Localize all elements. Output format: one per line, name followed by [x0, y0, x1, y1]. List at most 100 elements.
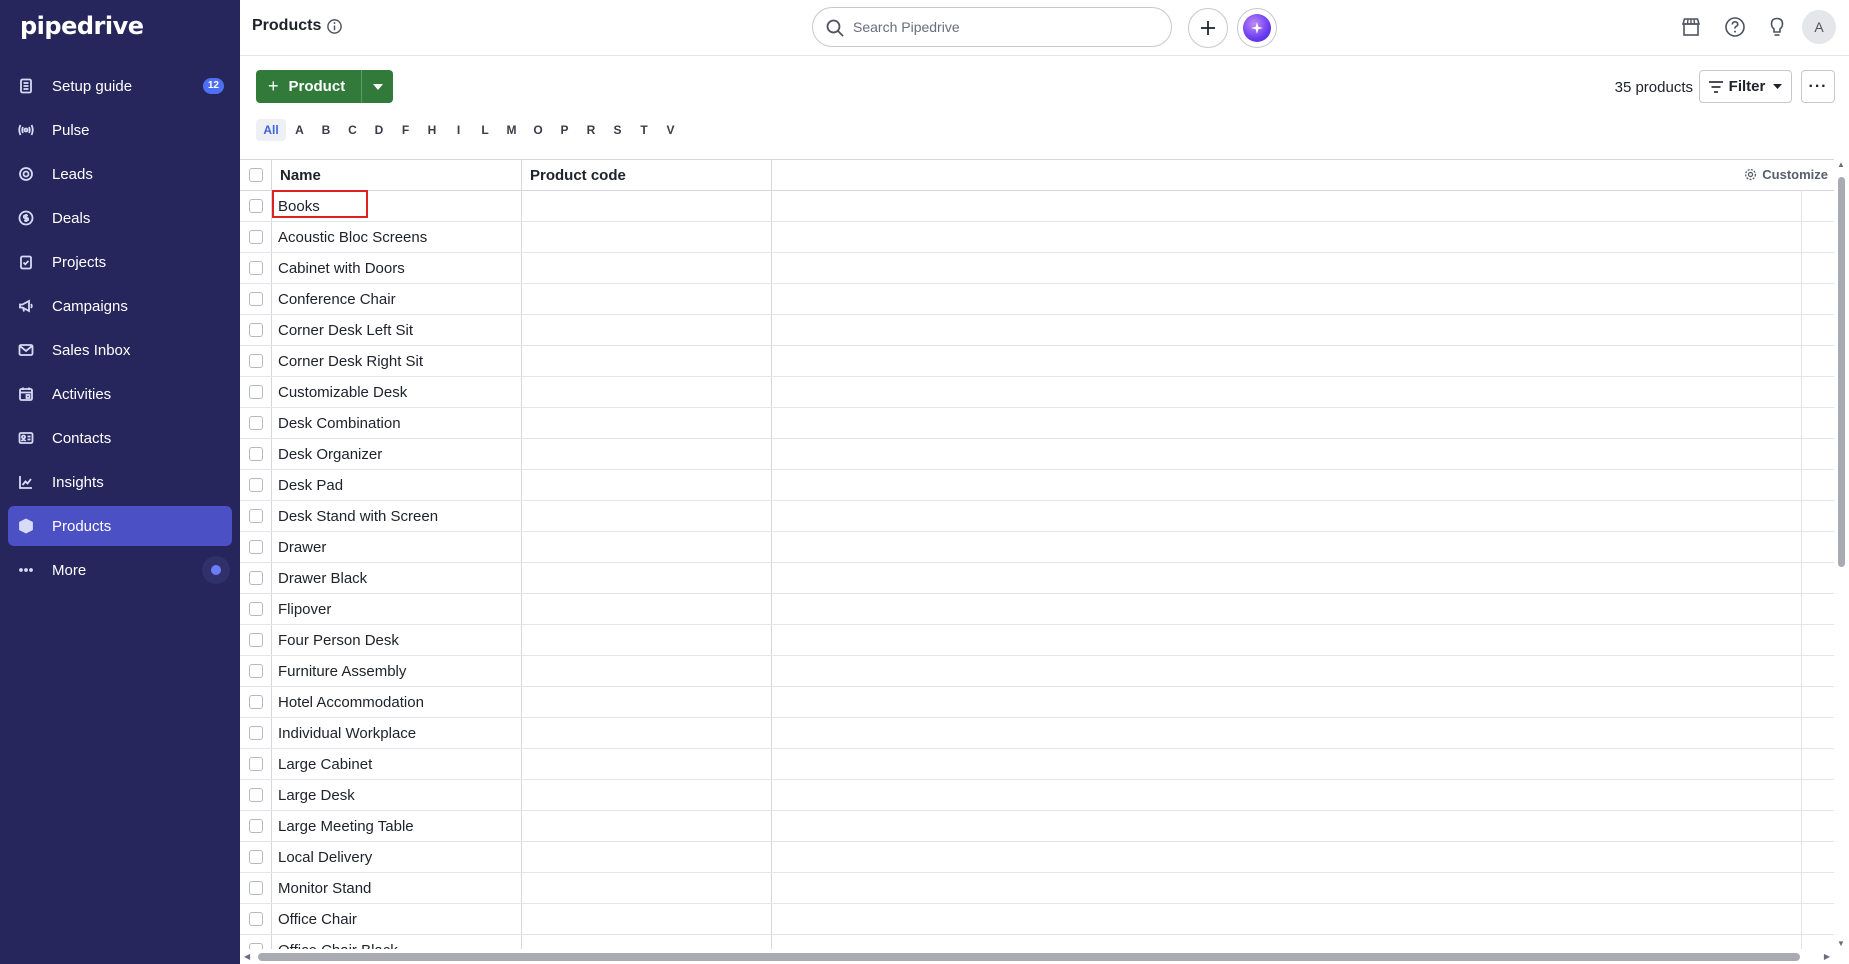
table-row[interactable]: Hotel Accommodation: [240, 687, 1834, 718]
sidebar-item-setup-guide[interactable]: Setup guide 12: [8, 66, 232, 106]
product-name-cell[interactable]: Flipover: [272, 594, 522, 624]
alphabet-filter-l[interactable]: L: [472, 119, 498, 141]
table-row[interactable]: Corner Desk Right Sit: [240, 346, 1834, 377]
product-name-cell[interactable]: Furniture Assembly: [272, 656, 522, 686]
alphabet-filter-r[interactable]: R: [578, 119, 604, 141]
row-checkbox[interactable]: [248, 509, 263, 523]
alphabet-filter-s[interactable]: S: [605, 119, 631, 141]
row-checkbox[interactable]: [248, 354, 263, 368]
product-code-cell[interactable]: [522, 904, 772, 934]
scroll-right-arrow-icon[interactable]: ▶: [1824, 952, 1830, 961]
sidebar-item-activities[interactable]: Activities: [8, 374, 232, 414]
table-row[interactable]: Corner Desk Left Sit: [240, 315, 1834, 346]
row-checkbox[interactable]: [248, 292, 263, 306]
sidebar-item-insights[interactable]: Insights: [8, 462, 232, 502]
sidebar-item-campaigns[interactable]: Campaigns: [8, 286, 232, 326]
product-code-cell[interactable]: [522, 935, 772, 949]
product-name-cell[interactable]: Local Delivery: [272, 842, 522, 872]
row-checkbox[interactable]: [248, 788, 263, 802]
row-checkbox[interactable]: [248, 912, 263, 926]
table-row[interactable]: Desk Stand with Screen: [240, 501, 1834, 532]
product-name-cell[interactable]: Large Meeting Table: [272, 811, 522, 841]
alphabet-filter-all[interactable]: All: [256, 119, 286, 141]
table-row[interactable]: Large Desk: [240, 780, 1834, 811]
product-name-cell[interactable]: Cabinet with Doors: [272, 253, 522, 283]
vertical-scroll-thumb[interactable]: [1838, 177, 1845, 567]
alphabet-filter-c[interactable]: C: [340, 119, 366, 141]
row-checkbox[interactable]: [248, 757, 263, 771]
product-name-cell[interactable]: Desk Combination: [272, 408, 522, 438]
product-name-cell[interactable]: Customizable Desk: [272, 377, 522, 407]
product-code-cell[interactable]: [522, 563, 772, 593]
product-name-cell[interactable]: Large Cabinet: [272, 749, 522, 779]
product-code-cell[interactable]: [522, 377, 772, 407]
table-row[interactable]: Desk Organizer: [240, 439, 1834, 470]
table-row[interactable]: Four Person Desk: [240, 625, 1834, 656]
product-code-cell[interactable]: [522, 718, 772, 748]
scroll-up-arrow-icon[interactable]: ▲: [1837, 160, 1845, 169]
table-row[interactable]: Desk Combination: [240, 408, 1834, 439]
help-icon[interactable]: [1724, 16, 1746, 38]
product-name-cell[interactable]: Drawer Black: [272, 563, 522, 593]
product-name-cell[interactable]: Desk Pad: [272, 470, 522, 500]
info-icon[interactable]: [326, 18, 343, 35]
table-row[interactable]: Conference Chair: [240, 284, 1834, 315]
alphabet-filter-a[interactable]: A: [287, 119, 313, 141]
table-row[interactable]: Books: [240, 191, 1834, 222]
product-name-cell[interactable]: Desk Stand with Screen: [272, 501, 522, 531]
alphabet-filter-f[interactable]: F: [393, 119, 419, 141]
product-code-cell[interactable]: [522, 594, 772, 624]
product-code-cell[interactable]: [522, 873, 772, 903]
row-checkbox[interactable]: [248, 478, 263, 492]
scroll-down-arrow-icon[interactable]: ▼: [1837, 939, 1845, 948]
product-name-cell[interactable]: Books: [272, 191, 522, 221]
table-row[interactable]: Furniture Assembly: [240, 656, 1834, 687]
product-name-cell[interactable]: Large Desk: [272, 780, 522, 810]
horizontal-scroll-thumb[interactable]: [258, 953, 1800, 961]
product-code-cell[interactable]: [522, 439, 772, 469]
product-name-cell[interactable]: Conference Chair: [272, 284, 522, 314]
row-checkbox[interactable]: [248, 540, 263, 554]
product-name-cell[interactable]: Hotel Accommodation: [272, 687, 522, 717]
select-all-checkbox[interactable]: [248, 168, 263, 182]
table-row[interactable]: Cabinet with Doors: [240, 253, 1834, 284]
marketplace-icon[interactable]: [1680, 16, 1702, 38]
table-row[interactable]: Desk Pad: [240, 470, 1834, 501]
sidebar-item-pulse[interactable]: Pulse: [8, 110, 232, 150]
product-name-cell[interactable]: Desk Organizer: [272, 439, 522, 469]
sidebar-item-more[interactable]: More: [8, 550, 232, 590]
product-name-cell[interactable]: Office Chair Black: [272, 935, 522, 949]
product-name-cell[interactable]: Corner Desk Left Sit: [272, 315, 522, 345]
product-name-cell[interactable]: Corner Desk Right Sit: [272, 346, 522, 376]
table-row[interactable]: Customizable Desk: [240, 377, 1834, 408]
product-name-cell[interactable]: Individual Workplace: [272, 718, 522, 748]
row-checkbox[interactable]: [248, 695, 263, 709]
table-row[interactable]: Drawer Black: [240, 563, 1834, 594]
alphabet-filter-d[interactable]: D: [366, 119, 392, 141]
horizontal-scrollbar[interactable]: ◀ ▶: [240, 949, 1834, 964]
sidebar-item-contacts[interactable]: Contacts: [8, 418, 232, 458]
table-row[interactable]: Large Meeting Table: [240, 811, 1834, 842]
more-actions-button[interactable]: ···: [1801, 70, 1835, 103]
alphabet-filter-t[interactable]: T: [631, 119, 657, 141]
ai-assistant-button[interactable]: [1237, 8, 1277, 48]
table-row[interactable]: Local Delivery: [240, 842, 1834, 873]
product-name-cell[interactable]: Monitor Stand: [272, 873, 522, 903]
row-checkbox[interactable]: [248, 850, 263, 864]
vertical-scrollbar[interactable]: ▲ ▼: [1834, 159, 1849, 949]
table-row[interactable]: Large Cabinet: [240, 749, 1834, 780]
product-code-cell[interactable]: [522, 315, 772, 345]
product-code-cell[interactable]: [522, 780, 772, 810]
alphabet-filter-b[interactable]: B: [313, 119, 339, 141]
row-checkbox[interactable]: [248, 633, 263, 647]
table-row[interactable]: Office Chair: [240, 904, 1834, 935]
column-header-product-code[interactable]: Product code: [522, 160, 772, 190]
sidebar-item-sales-inbox[interactable]: Sales Inbox: [8, 330, 232, 370]
product-code-cell[interactable]: [522, 222, 772, 252]
user-avatar[interactable]: A: [1802, 10, 1836, 44]
alphabet-filter-h[interactable]: H: [419, 119, 445, 141]
add-product-button[interactable]: + Product: [256, 70, 362, 103]
product-code-cell[interactable]: [522, 253, 772, 283]
quick-add-button[interactable]: [1188, 8, 1228, 48]
row-checkbox[interactable]: [248, 602, 263, 616]
